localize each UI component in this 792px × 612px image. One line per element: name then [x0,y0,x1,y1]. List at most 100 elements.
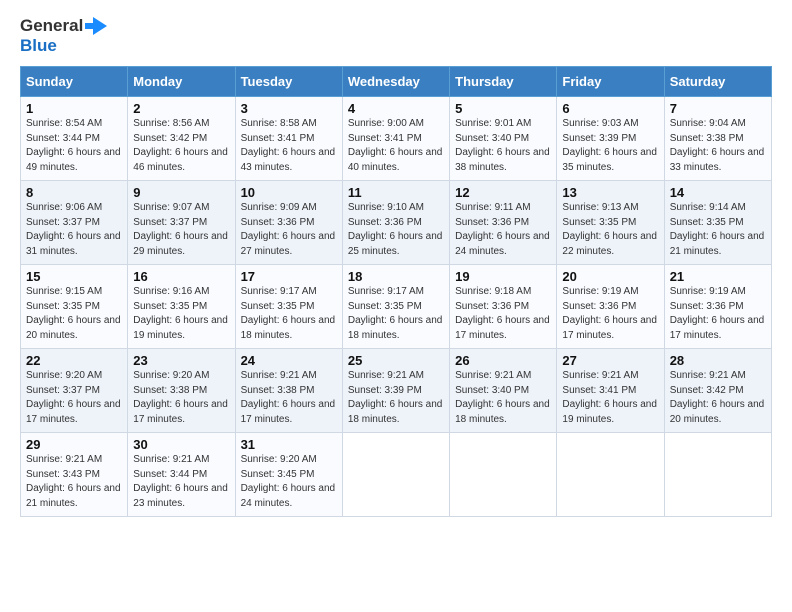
calendar-cell: 31Sunrise: 9:20 AMSunset: 3:45 PMDayligh… [235,433,342,517]
day-number: 1 [26,101,122,116]
calendar-cell: 30 Sunrise: 9:21 AMSunset: 3:44 PMDayligh… [128,433,235,517]
day-number: 3 [241,101,337,116]
day-number: 24 [241,353,337,368]
cell-info: Sunrise: 9:14 AMSunset: 3:35 PMDaylight:… [670,202,765,257]
calendar-cell: 17 Sunrise: 9:17 AMSunset: 3:35 PMDayligh… [235,265,342,349]
day-number: 28 [670,353,766,368]
calendar-cell: 5 Sunrise: 9:01 AMSunset: 3:40 PMDaylight… [450,97,557,181]
col-header-saturday: Saturday [664,67,771,97]
calendar-cell: 10Sunrise: 9:09 AMSunset: 3:36 PMDayligh… [235,181,342,265]
cell-info: Sunrise: 8:58 AMSunset: 3:41 PMDaylight:… [241,118,336,173]
day-number: 7 [670,101,766,116]
calendar-cell: 27 Sunrise: 9:21 AMSunset: 3:41 PMDayligh… [557,349,664,433]
calendar-cell: 24 Sunrise: 9:21 AMSunset: 3:38 PMDayligh… [235,349,342,433]
day-number: 12 [455,185,551,200]
cell-info: Sunrise: 9:11 AMSunset: 3:36 PMDaylight:… [455,202,550,257]
day-number: 25 [348,353,444,368]
cell-info: Sunrise: 9:13 AMSunset: 3:35 PMDaylight:… [562,202,657,257]
day-number: 5 [455,101,551,116]
header: General Blue [20,16,772,56]
day-number: 8 [26,185,122,200]
cell-info: Sunrise: 9:21 AMSunset: 3:40 PMDaylight:… [455,370,550,425]
calendar-cell: 9 Sunrise: 9:07 AMSunset: 3:37 PMDaylight… [128,181,235,265]
calendar-cell: 4Sunrise: 9:00 AMSunset: 3:41 PMDaylight… [342,97,449,181]
cell-info: Sunrise: 9:21 AMSunset: 3:42 PMDaylight:… [670,370,765,425]
day-number: 9 [133,185,229,200]
col-header-sunday: Sunday [21,67,128,97]
logo-blue: Blue [20,36,57,56]
logo: General Blue [20,16,107,56]
calendar-cell: 23 Sunrise: 9:20 AMSunset: 3:38 PMDayligh… [128,349,235,433]
day-number: 19 [455,269,551,284]
cell-info: Sunrise: 9:18 AMSunset: 3:36 PMDaylight:… [455,286,550,341]
cell-info: Sunrise: 9:19 AMSunset: 3:36 PMDaylight:… [562,286,657,341]
calendar-cell: 21Sunrise: 9:19 AMSunset: 3:36 PMDayligh… [664,265,771,349]
cell-info: Sunrise: 9:20 AMSunset: 3:38 PMDaylight:… [133,370,228,425]
cell-info: Sunrise: 9:20 AMSunset: 3:45 PMDaylight:… [241,454,336,509]
cell-info: Sunrise: 9:06 AMSunset: 3:37 PMDaylight:… [26,202,121,257]
day-number: 26 [455,353,551,368]
calendar-cell [557,433,664,517]
cell-info: Sunrise: 9:03 AMSunset: 3:39 PMDaylight:… [562,118,657,173]
col-header-wednesday: Wednesday [342,67,449,97]
calendar-cell: 3 Sunrise: 8:58 AMSunset: 3:41 PMDaylight… [235,97,342,181]
day-number: 22 [26,353,122,368]
calendar-cell: 19 Sunrise: 9:18 AMSunset: 3:36 PMDayligh… [450,265,557,349]
cell-info: Sunrise: 9:17 AMSunset: 3:35 PMDaylight:… [241,286,336,341]
day-number: 16 [133,269,229,284]
calendar-cell: 26 Sunrise: 9:21 AMSunset: 3:40 PMDayligh… [450,349,557,433]
day-number: 29 [26,437,122,452]
cell-info: Sunrise: 9:21 AMSunset: 3:38 PMDaylight:… [241,370,336,425]
cell-info: Sunrise: 9:10 AMSunset: 3:36 PMDaylight:… [348,202,443,257]
cell-info: Sunrise: 9:21 AMSunset: 3:43 PMDaylight:… [26,454,121,509]
calendar-cell: 20 Sunrise: 9:19 AMSunset: 3:36 PMDayligh… [557,265,664,349]
cell-info: Sunrise: 9:01 AMSunset: 3:40 PMDaylight:… [455,118,550,173]
calendar-cell: 16 Sunrise: 9:16 AMSunset: 3:35 PMDayligh… [128,265,235,349]
logo-general: General [20,16,83,36]
col-header-friday: Friday [557,67,664,97]
col-header-thursday: Thursday [450,67,557,97]
calendar-cell: 8 Sunrise: 9:06 AMSunset: 3:37 PMDaylight… [21,181,128,265]
calendar-cell: 18Sunrise: 9:17 AMSunset: 3:35 PMDayligh… [342,265,449,349]
calendar-cell: 14 Sunrise: 9:14 AMSunset: 3:35 PMDayligh… [664,181,771,265]
day-number: 14 [670,185,766,200]
calendar-cell: 2Sunrise: 8:56 AMSunset: 3:42 PMDaylight… [128,97,235,181]
cell-info: Sunrise: 9:21 AMSunset: 3:41 PMDaylight:… [562,370,657,425]
day-number: 23 [133,353,229,368]
cell-info: Sunrise: 8:54 AMSunset: 3:44 PMDaylight:… [26,118,121,173]
logo-arrow-icon [85,17,107,35]
logo-container: General Blue [20,16,107,56]
cell-info: Sunrise: 9:21 AMSunset: 3:39 PMDaylight:… [348,370,443,425]
calendar-cell: 1 Sunrise: 8:54 AMSunset: 3:44 PMDaylight… [21,97,128,181]
col-header-monday: Monday [128,67,235,97]
day-number: 20 [562,269,658,284]
day-number: 10 [241,185,337,200]
day-number: 18 [348,269,444,284]
day-number: 11 [348,185,444,200]
cell-info: Sunrise: 9:19 AMSunset: 3:36 PMDaylight:… [670,286,765,341]
day-number: 15 [26,269,122,284]
calendar-cell: 12 Sunrise: 9:11 AMSunset: 3:36 PMDayligh… [450,181,557,265]
cell-info: Sunrise: 9:07 AMSunset: 3:37 PMDaylight:… [133,202,228,257]
calendar-cell: 29 Sunrise: 9:21 AMSunset: 3:43 PMDayligh… [21,433,128,517]
calendar-cell [450,433,557,517]
day-number: 2 [133,101,229,116]
day-number: 17 [241,269,337,284]
page: General Blue SundayMondayTuesdayWednesda… [0,0,792,612]
day-number: 13 [562,185,658,200]
cell-info: Sunrise: 9:04 AMSunset: 3:38 PMDaylight:… [670,118,765,173]
cell-info: Sunrise: 9:16 AMSunset: 3:35 PMDaylight:… [133,286,228,341]
day-number: 6 [562,101,658,116]
day-number: 27 [562,353,658,368]
cell-info: Sunrise: 9:15 AMSunset: 3:35 PMDaylight:… [26,286,121,341]
calendar-cell: 13 Sunrise: 9:13 AMSunset: 3:35 PMDayligh… [557,181,664,265]
calendar-cell: 15 Sunrise: 9:15 AMSunset: 3:35 PMDayligh… [21,265,128,349]
cell-info: Sunrise: 9:21 AMSunset: 3:44 PMDaylight:… [133,454,228,509]
day-number: 30 [133,437,229,452]
cell-info: Sunrise: 9:20 AMSunset: 3:37 PMDaylight:… [26,370,121,425]
cell-info: Sunrise: 9:00 AMSunset: 3:41 PMDaylight:… [348,118,443,173]
col-header-tuesday: Tuesday [235,67,342,97]
calendar-cell: 22 Sunrise: 9:20 AMSunset: 3:37 PMDayligh… [21,349,128,433]
calendar-cell: 28 Sunrise: 9:21 AMSunset: 3:42 PMDayligh… [664,349,771,433]
calendar-cell [664,433,771,517]
